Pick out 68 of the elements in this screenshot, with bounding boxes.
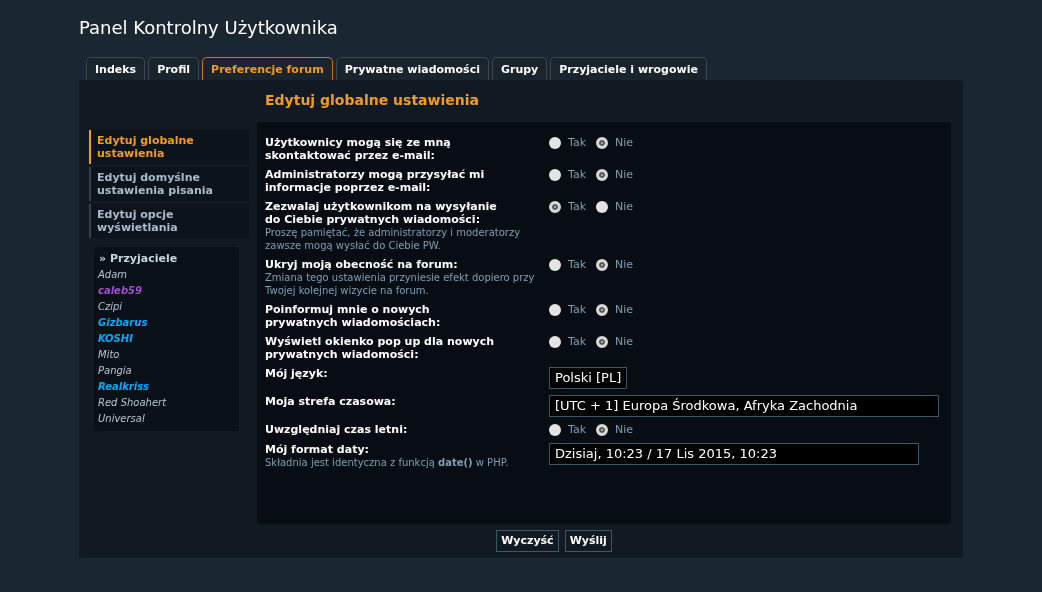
radio-label: Tak	[568, 303, 586, 317]
tab[interactable]: Przyjaciele i wrogowie	[550, 57, 707, 80]
radio-label: Tak	[568, 423, 586, 437]
radio-label: Tak	[568, 200, 586, 214]
radio-label: Nie	[615, 423, 634, 437]
radio-button[interactable]	[549, 259, 561, 271]
friend-link[interactable]: Czipi	[98, 299, 235, 315]
tab[interactable]: Profil	[148, 57, 200, 80]
hint-text: Proszę pamiętać, że administratorzy i moderatorzy zawsze mogą wysłać do Ciebie PW.	[265, 226, 522, 252]
select-field[interactable]: Polski [PL]	[549, 367, 628, 389]
radio-button[interactable]	[549, 304, 561, 316]
friend-link[interactable]: Adam	[98, 267, 235, 283]
tab[interactable]: Indeks	[86, 57, 146, 80]
hint-text: Zmiana tego ustawienia przyniesie efekt dopiero przy Twojej kolejnej wizycie na forum.	[265, 271, 536, 297]
radio-button[interactable]	[549, 137, 561, 149]
friends-title: » Przyjaciele	[98, 251, 179, 267]
radio-label: Tak	[568, 168, 586, 182]
radio-button[interactable]	[549, 169, 561, 181]
setting-label: Zezwalaj użytkownikom na wysyłanie do Ciebie prywatnych wiadomości:	[265, 200, 498, 226]
setting-label: Użytkownicy mogą się ze mną skontaktować przez e-mail:	[265, 136, 452, 162]
radio-button[interactable]	[596, 304, 608, 316]
radio-label: Tak	[568, 258, 586, 272]
radio-button[interactable]	[549, 336, 561, 348]
friend-link[interactable]: KOSHI	[98, 331, 235, 347]
setting-label: Mój format daty:	[265, 443, 370, 456]
radio-label: Nie	[615, 136, 634, 150]
setting-label: Uwzględniaj czas letni:	[265, 423, 409, 436]
section-title: Edytuj globalne ustawienia	[264, 91, 480, 110]
friend-link[interactable]: caleb59	[98, 283, 235, 299]
form-button[interactable]: Wyślij	[564, 530, 612, 552]
friend-link[interactable]: Red Shoahert	[98, 395, 235, 411]
sidebar-item[interactable]: Edytuj domyślne ustawienia pisania	[89, 167, 249, 201]
radio-button[interactable]	[596, 169, 608, 181]
friend-link[interactable]: Pangia	[98, 363, 235, 379]
friend-link[interactable]: Realkriss	[98, 379, 235, 395]
friend-link[interactable]: Gizbarus	[98, 315, 235, 331]
radio-button[interactable]	[596, 259, 608, 271]
setting-label: Poinformuj mnie o nowych prywatnych wiadomościach:	[265, 303, 442, 329]
friend-link[interactable]: Mito	[98, 347, 235, 363]
radio-label: Nie	[615, 168, 634, 182]
radio-button[interactable]	[549, 424, 561, 436]
select-field[interactable]: [UTC + 1] Europa Środkowa, Afryka Zachodnia	[549, 395, 939, 417]
radio-button[interactable]	[596, 424, 608, 436]
radio-label: Nie	[615, 200, 634, 214]
sidebar-item[interactable]: Edytuj opcje wyświetlania	[89, 204, 249, 238]
setting-label: Ukryj moją obecność na forum:	[265, 258, 459, 271]
radio-label: Nie	[615, 258, 634, 272]
form-button[interactable]: Wyczyść	[496, 530, 559, 552]
radio-button[interactable]	[596, 137, 608, 149]
hint-text: Składnia jest identyczna z funkcją date() w PHP.	[265, 456, 510, 469]
radio-label: Nie	[615, 335, 634, 349]
radio-label: Nie	[615, 303, 634, 317]
tab[interactable]: Prywatne wiadomości	[335, 57, 489, 80]
radio-button[interactable]	[596, 336, 608, 348]
friend-link[interactable]: Universal	[98, 411, 235, 427]
radio-button[interactable]	[596, 201, 608, 213]
setting-label: Administratorzy mogą przysyłać mi informacje poprzez e-mail:	[265, 168, 486, 194]
setting-label: Mój język:	[265, 367, 329, 380]
sidebar-item[interactable]: Edytuj globalne ustawienia	[89, 130, 249, 164]
tab[interactable]: Grupy	[491, 57, 548, 80]
radio-label: Tak	[568, 136, 586, 150]
tab[interactable]: Preferencje forum	[202, 57, 333, 80]
setting-label: Wyświetl okienko pop up dla nowych prywatnych wiadomości:	[265, 335, 496, 361]
setting-label: Moja strefa czasowa:	[265, 395, 397, 408]
radio-button[interactable]	[549, 201, 561, 213]
input-field[interactable]: Dzisiaj, 10:23 / 17 Lis 2015, 10:23	[549, 443, 919, 465]
radio-label: Tak	[568, 335, 586, 349]
page-title: Panel Kontrolny Użytkownika	[79, 16, 339, 40]
